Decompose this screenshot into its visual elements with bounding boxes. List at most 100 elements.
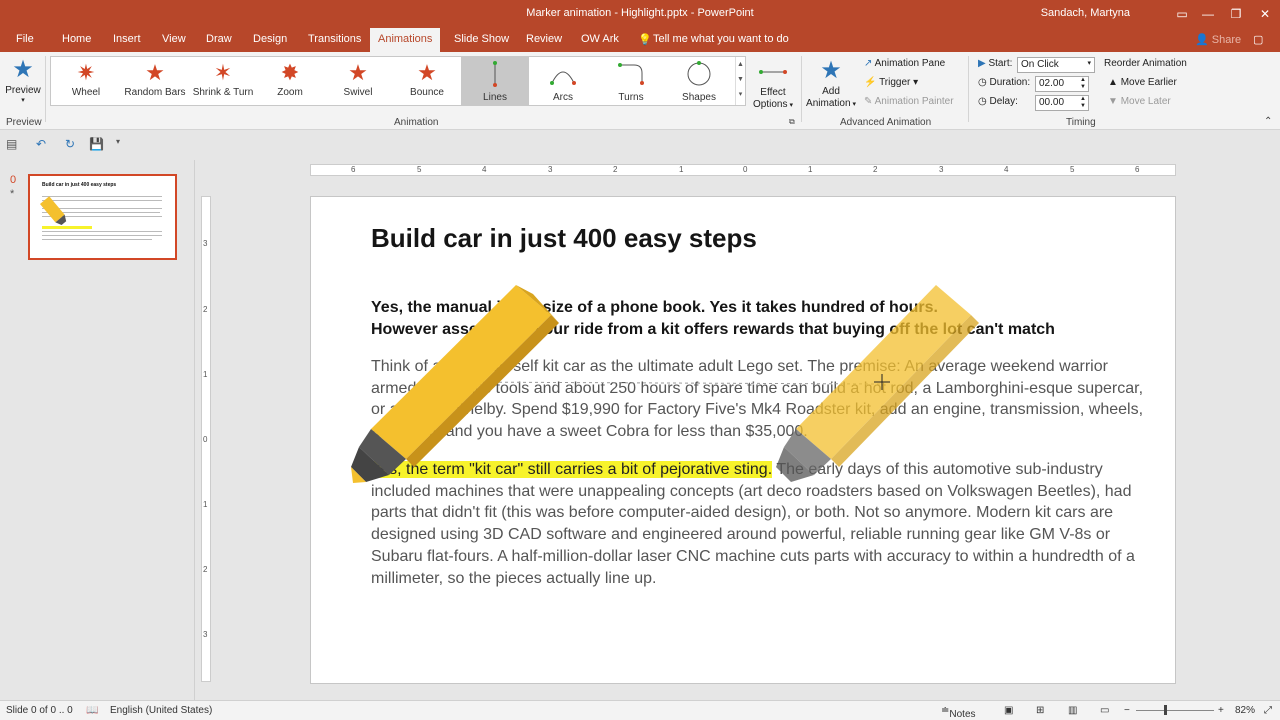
delay-value: 00.00	[1039, 97, 1065, 108]
customize-qat-icon[interactable]: ▾	[116, 137, 120, 146]
reading-view-icon[interactable]: ▥	[1068, 705, 1077, 716]
animation-pane-button[interactable]: ↗ Animation Pane	[864, 58, 945, 69]
thumb-marker-icon	[39, 196, 67, 226]
comment-icon[interactable]: ▢	[1253, 33, 1263, 46]
highlighter-marker-icon[interactable]	[351, 285, 559, 483]
slide-canvas[interactable]: Build car in just 400 easy steps Yes, th…	[310, 196, 1176, 684]
spinner-icon[interactable]: ▲ ▼	[1080, 77, 1086, 91]
normal-view-icon[interactable]: ▣	[1004, 705, 1013, 716]
tell-me-search[interactable]: Tell me what you want to do	[653, 33, 789, 45]
bounce-star-icon: ★	[417, 60, 437, 85]
undo-icon[interactable]: ↶	[36, 137, 46, 151]
animation-label: Arcs	[553, 92, 573, 103]
slide-number: 0	[10, 174, 17, 186]
add-animation-button[interactable]: ★ Add Animation ▾	[806, 56, 856, 109]
trigger-label: Trigger	[879, 77, 911, 88]
animation-random-bars[interactable]: ★ Random Bars	[121, 57, 189, 105]
shapes-path-icon	[687, 61, 711, 86]
notes-button[interactable]: ≐ Notes	[941, 705, 976, 720]
tab-home[interactable]: Home	[62, 33, 91, 45]
animation-swivel[interactable]: ★ Swivel	[324, 57, 392, 105]
tab-ow-ark[interactable]: OW Ark	[581, 33, 619, 45]
animation-zoom[interactable]: ✸ Zoom	[256, 57, 324, 105]
tab-design[interactable]: Design	[253, 33, 287, 45]
delay-field[interactable]: 00.00 ▲ ▼	[1035, 95, 1089, 111]
gallery-scroll[interactable]: ▲ ▼ ▾	[735, 57, 745, 105]
trigger-button[interactable]: ⚡ Trigger ▾	[864, 77, 918, 88]
title-bar: Marker animation - Highlight.pptx - Powe…	[0, 0, 1280, 28]
preview-group-label: Preview	[6, 117, 42, 128]
animation-arcs[interactable]: Arcs	[529, 57, 597, 105]
horizontal-ruler: 6 5 4 3 2 1 0 1 2 3 4 5 6	[310, 164, 1176, 176]
animation-wheel[interactable]: ✷ Wheel	[52, 57, 120, 105]
ruler-number: 4	[482, 165, 487, 174]
tab-review[interactable]: Review	[526, 33, 562, 45]
redo-icon[interactable]: ↻	[65, 137, 75, 151]
zoom-slider[interactable]	[1136, 710, 1214, 711]
collapse-ribbon-icon[interactable]: ⌃	[1264, 116, 1272, 127]
thumb-title: Build car in just 400 easy steps	[42, 182, 117, 188]
animation-painter-button[interactable]: ✎ Animation Painter	[864, 96, 954, 107]
motion-path-line[interactable]	[450, 381, 882, 385]
animation-shapes[interactable]: Shapes	[665, 57, 733, 105]
ruler-number: 0	[743, 165, 748, 174]
start-select[interactable]: On Click ▾	[1017, 57, 1095, 73]
ruler-number: 1	[808, 165, 813, 174]
tab-file[interactable]: File	[16, 33, 34, 45]
zoom-slider-thumb[interactable]	[1164, 705, 1167, 715]
tab-slide-show[interactable]: Slide Show	[454, 33, 509, 45]
tab-animations[interactable]: Animations	[370, 28, 441, 52]
minimize-icon[interactable]: —	[1193, 4, 1223, 24]
move-later-button[interactable]: ▼ Move Later	[1108, 96, 1171, 107]
ruler-number: 2	[203, 305, 208, 314]
ruler-number: 2	[873, 165, 878, 174]
move-earlier-button[interactable]: ▲ Move Earlier	[1108, 77, 1177, 88]
chevron-down-icon: ▾	[1087, 60, 1091, 67]
ruler-number: 3	[939, 165, 944, 174]
preview-label: Preview	[5, 85, 41, 96]
random-bars-star-icon: ★	[145, 60, 165, 85]
tab-transitions[interactable]: Transitions	[308, 33, 361, 45]
tab-insert[interactable]: Insert	[113, 33, 141, 45]
slide-sorter-icon[interactable]: ⊞	[1036, 705, 1044, 716]
add-animation-star-icon: ★	[820, 57, 842, 84]
slide-thumbnail[interactable]: Build car in just 400 easy steps	[28, 174, 177, 260]
lines-path-icon	[493, 61, 497, 87]
effect-options-button[interactable]: Effect Options ▾	[750, 60, 796, 110]
chevron-down-icon: ▾	[21, 97, 25, 104]
user-name[interactable]: Sandach, Martyna	[1041, 7, 1130, 19]
preview-button[interactable]: ★ Preview ▾	[4, 56, 42, 112]
tab-draw[interactable]: Draw	[206, 33, 232, 45]
language[interactable]: English (United States)	[110, 705, 212, 716]
animation-label: Shrink & Turn	[192, 87, 254, 98]
share-button[interactable]: 👤 Share	[1195, 33, 1241, 46]
animation-shrink-turn[interactable]: ✶ Shrink & Turn	[189, 57, 257, 105]
dialog-launcher-icon[interactable]: ⧉	[789, 117, 795, 127]
ruler-number: 3	[203, 239, 208, 248]
zoom-out-icon[interactable]: −	[1124, 705, 1130, 716]
slideshow-view-icon[interactable]: ▭	[1100, 705, 1109, 716]
close-icon[interactable]: ✕	[1250, 4, 1280, 24]
animation-bounce[interactable]: ★ Bounce	[393, 57, 461, 105]
clock-icon: ◷	[978, 77, 987, 88]
zoom-level[interactable]: 82%	[1235, 705, 1255, 716]
spinner-icon[interactable]: ▲ ▼	[1080, 96, 1086, 110]
marker-graphics	[351, 285, 979, 483]
animation-turns[interactable]: Turns	[597, 57, 665, 105]
fit-slide-icon[interactable]: ⤢	[1264, 705, 1272, 716]
animation-label: Swivel	[343, 87, 373, 98]
animation-gallery: ✷ Wheel ★ Random Bars ✶ Shrink & Turn ✸ Zoom…	[50, 56, 746, 106]
tab-view[interactable]: View	[162, 33, 186, 45]
zoom-in-icon[interactable]: +	[1218, 705, 1224, 716]
maximize-icon[interactable]: ❐	[1221, 4, 1251, 24]
spellcheck-icon[interactable]: 📖	[86, 705, 98, 716]
ruler-number: 5	[417, 165, 422, 174]
move-earlier-label: Move Earlier	[1120, 77, 1177, 88]
move-later-label: Move Later	[1120, 96, 1171, 107]
slide-layout-icon[interactable]: ▤	[6, 137, 17, 151]
save-icon[interactable]: 💾	[89, 137, 104, 151]
share-label: Share	[1211, 34, 1242, 46]
reorder-title: Reorder Animation	[1104, 58, 1187, 69]
animation-lines[interactable]: Lines	[461, 57, 529, 105]
duration-field[interactable]: 02.00 ▲ ▼	[1035, 76, 1089, 92]
